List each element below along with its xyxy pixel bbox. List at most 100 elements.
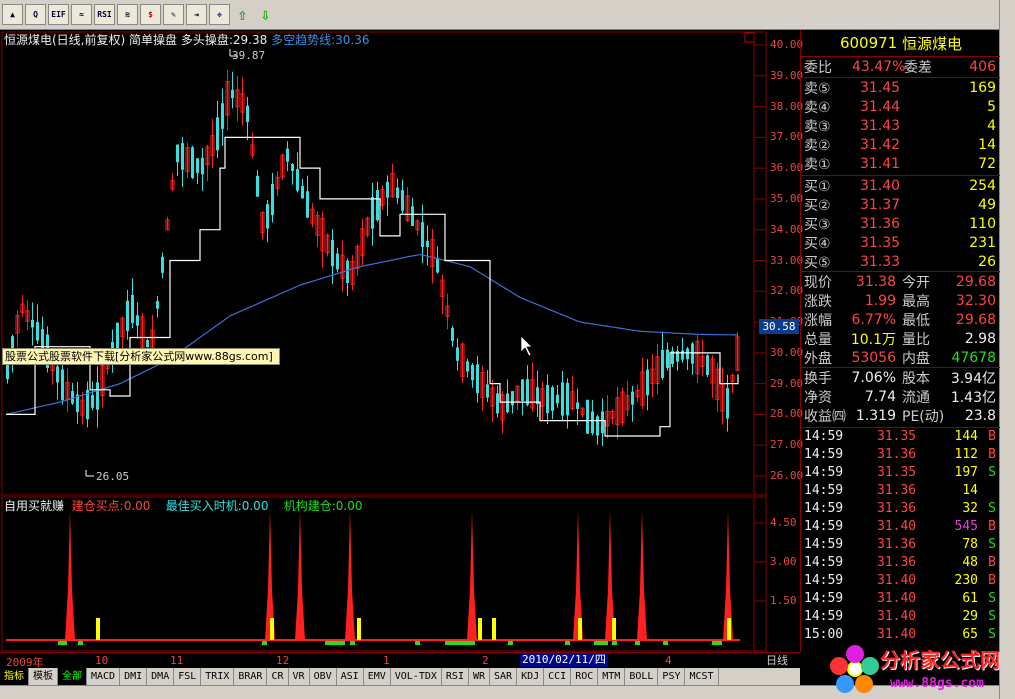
candle-body — [386, 181, 389, 198]
y-tick-label: 28.00 — [770, 407, 804, 421]
candle-body — [506, 393, 509, 413]
candle-body — [521, 379, 524, 401]
draw-button[interactable]: ✎ — [163, 4, 184, 25]
scrollbar[interactable] — [999, 0, 1015, 699]
tab-模板[interactable]: 模板 — [29, 668, 58, 685]
candle-body — [401, 190, 404, 211]
trade-tick-row: 14:59 31.36 112 B — [804, 447, 996, 462]
bids-row: 买④ 31.35 231 — [804, 234, 996, 252]
tab-sar[interactable]: SAR — [490, 668, 518, 685]
y-tick-label: 39.00 — [770, 68, 804, 82]
bull-value: 多头操盘:29.38 — [180, 33, 268, 47]
period-label[interactable]: 日线 — [766, 652, 788, 668]
best-buy-bar — [478, 618, 482, 640]
rsi-button[interactable]: RSI — [94, 4, 115, 25]
tab-trix[interactable]: TRIX — [201, 668, 235, 685]
tab-obv[interactable]: OBV — [310, 668, 337, 685]
chart-type-button[interactable]: ▲ — [2, 4, 23, 25]
candle-body — [71, 391, 74, 404]
candle-body — [411, 206, 414, 226]
y-tick-label: 36.00 — [770, 161, 804, 175]
tab-psy[interactable]: PSY — [658, 668, 686, 685]
tab-dma[interactable]: DMA — [147, 668, 175, 685]
y-tick-label: 30.00 — [770, 345, 804, 359]
candle-body — [196, 158, 199, 173]
dollar-button[interactable]: $ — [140, 4, 161, 25]
quote-row: 总量 10.1万 量比 2.98 — [804, 330, 996, 348]
y-tick-label: 26.00 — [770, 469, 804, 482]
date-axis: 2009年 10 11 12 1 2 3 4 — [0, 652, 800, 669]
candle-body — [456, 347, 459, 361]
tab-rsi[interactable]: RSI — [442, 668, 469, 685]
candle-body — [61, 369, 64, 401]
asks-row: 卖④ 31.44 5 — [804, 98, 996, 116]
candle-body — [271, 183, 274, 216]
candle-body — [181, 143, 184, 170]
candle-body — [371, 196, 374, 229]
tab-emv[interactable]: EMV — [364, 668, 391, 685]
tab-fsl[interactable]: FSL — [174, 668, 202, 685]
tab-roc[interactable]: ROC — [571, 668, 599, 685]
candle-body — [471, 364, 474, 381]
tab-指标[interactable]: 指标 — [0, 668, 29, 685]
tab-asi[interactable]: ASI — [337, 668, 364, 685]
institution-bar — [594, 641, 608, 645]
tab-mtm[interactable]: MTM — [598, 668, 626, 685]
tab-brar[interactable]: BRAR — [234, 668, 268, 685]
asks-row: 卖② 31.42 14 — [804, 136, 996, 154]
down-arrow-icon[interactable]: ⇩ — [255, 4, 276, 25]
toolbar: ▲ Q EIF ≈ RSI ≋ $ ✎ ⇥ ✥ ⇧ ⇩ — [0, 0, 1015, 30]
indicator-button[interactable]: ≈ — [71, 4, 92, 25]
tab-vol-tdx[interactable]: VOL-TDX — [391, 668, 442, 685]
institution-bar — [350, 641, 355, 645]
candle-body — [601, 411, 604, 434]
candle-body — [526, 379, 529, 405]
candle-body — [486, 384, 489, 398]
candle-body — [291, 164, 294, 171]
candle-body — [96, 382, 99, 410]
tab-wr[interactable]: WR — [469, 668, 491, 685]
candle-body — [146, 340, 149, 348]
tab-全部[interactable]: 全部 — [58, 668, 87, 685]
tab-boll[interactable]: BOLL — [625, 668, 659, 685]
export-button[interactable]: ⇥ — [186, 4, 207, 25]
tab-cci[interactable]: CCI — [544, 668, 572, 685]
best-buy-bar — [612, 618, 616, 640]
up-arrow-icon[interactable]: ⇧ — [232, 4, 253, 25]
asks-row: 卖③ 31.43 4 — [804, 117, 996, 135]
y-tick-label: 37.00 — [770, 130, 804, 144]
tab-kdj[interactable]: KDJ — [517, 668, 545, 685]
candle-body — [156, 301, 159, 309]
tab-mcst[interactable]: MCST — [685, 668, 719, 685]
trade-tick-row: 14:59 31.36 78 S — [804, 537, 996, 552]
tab-dmi[interactable]: DMI — [120, 668, 148, 685]
candle-body — [31, 319, 34, 328]
candle-body — [331, 240, 334, 267]
y-tick-label: 38.00 — [770, 99, 804, 113]
eif-button[interactable]: EIF — [48, 4, 69, 25]
tab-vr[interactable]: VR — [289, 668, 310, 685]
stock-name: 恒源煤电 — [902, 34, 963, 53]
price-chart[interactable] — [0, 30, 800, 652]
candle-body — [36, 322, 39, 341]
move-button[interactable]: ✥ — [209, 4, 230, 25]
candle-body — [551, 387, 554, 411]
candle-body — [216, 117, 219, 151]
tab-macd[interactable]: MACD — [87, 668, 121, 685]
candle-body — [246, 105, 249, 123]
candle-body — [691, 343, 694, 364]
candle-body — [266, 204, 269, 229]
trade-tick-row: 14:59 31.40 61 S — [804, 591, 996, 606]
institution-bar — [565, 641, 570, 645]
candle-body — [436, 257, 439, 273]
best-buy-bar — [492, 618, 496, 640]
candle-body — [576, 402, 579, 409]
institution-bar — [712, 641, 722, 645]
tab-cr[interactable]: CR — [267, 668, 289, 685]
stats-row: 收益㈣ 1.319 PE(动) 23.8 — [804, 407, 996, 425]
indicator-y-tick: 4.50 — [770, 516, 797, 529]
candle-body — [586, 399, 589, 434]
list-button[interactable]: ≋ — [117, 4, 138, 25]
zoom-button[interactable]: Q — [25, 4, 46, 25]
annotation-box: 股票公式股票软件下载[分析家公式网www.88gs.com] — [2, 348, 280, 365]
